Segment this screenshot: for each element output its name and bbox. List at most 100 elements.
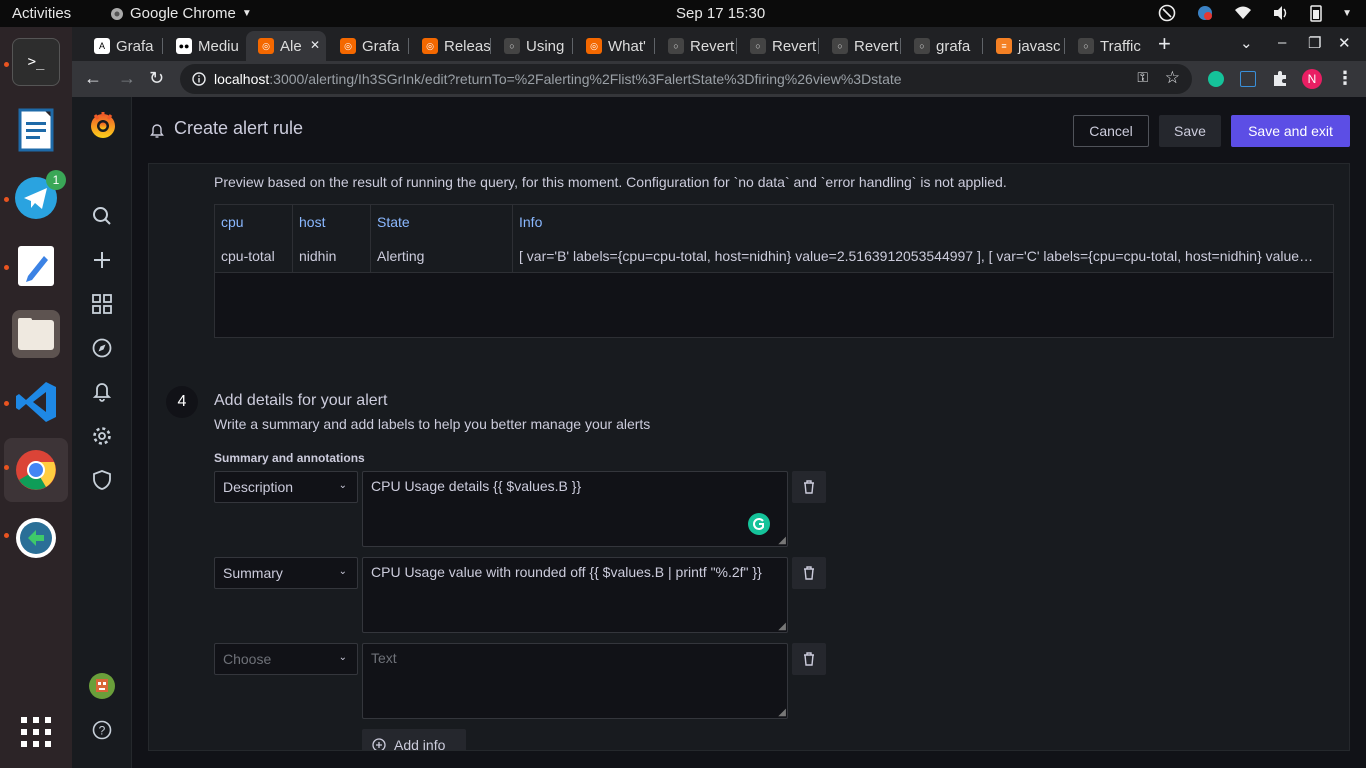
clock[interactable]: Sep 17 15:30 bbox=[676, 5, 765, 22]
help-icon[interactable]: ? bbox=[89, 717, 115, 743]
tab-separator bbox=[162, 38, 163, 54]
annotation-key-select[interactable]: Summary ⌄ bbox=[214, 557, 358, 589]
tab-label: Grafa bbox=[362, 37, 400, 55]
resize-handle-icon[interactable]: ◢ bbox=[778, 535, 786, 546]
grafana-icon: ◎ bbox=[422, 38, 438, 54]
tab-separator bbox=[572, 38, 573, 54]
annotation-value-textarea[interactable]: Text ◢ bbox=[362, 643, 788, 719]
tab-label: Revert bbox=[690, 37, 735, 55]
close-tab-icon[interactable]: ✕ bbox=[310, 38, 320, 52]
more-menu-icon[interactable]: ⋮ bbox=[1336, 68, 1354, 88]
libreoffice-writer-icon[interactable] bbox=[12, 106, 60, 154]
summary-annotations-label: Summary and annotations bbox=[214, 451, 365, 465]
column-header-state[interactable]: State bbox=[371, 205, 513, 239]
maximize-icon[interactable]: ❐ bbox=[1308, 34, 1321, 52]
running-indicator bbox=[4, 265, 9, 270]
grammarly-icon[interactable] bbox=[747, 512, 771, 536]
user-avatar[interactable] bbox=[89, 673, 115, 699]
app-menu[interactable]: Google Chrome ▼ bbox=[110, 5, 252, 22]
browser-tab[interactable]: ○ Revert bbox=[656, 31, 736, 61]
running-indicator bbox=[4, 197, 9, 202]
plus-circle-icon bbox=[372, 738, 386, 750]
github-icon: ○ bbox=[832, 38, 848, 54]
grammarly-extension-icon[interactable] bbox=[1208, 71, 1224, 87]
browser-tab[interactable]: ◎ What' bbox=[574, 31, 654, 61]
cancel-button[interactable]: Cancel bbox=[1073, 115, 1149, 147]
plus-icon[interactable] bbox=[89, 247, 115, 273]
tab-search-icon[interactable]: ⌄ bbox=[1240, 34, 1253, 52]
browser-tab[interactable]: ●● Mediu bbox=[164, 31, 244, 61]
main-content: Create alert rule Cancel Save Save and e… bbox=[132, 97, 1366, 768]
close-window-icon[interactable]: ✕ bbox=[1338, 34, 1351, 52]
text-editor-icon[interactable] bbox=[12, 242, 60, 290]
files-icon[interactable] bbox=[12, 310, 60, 358]
browser-tab[interactable]: ○ grafa bbox=[902, 31, 982, 61]
annotation-value-textarea[interactable]: CPU Usage details {{ $values.B }} ◢ bbox=[362, 471, 788, 547]
annotation-value-textarea[interactable]: CPU Usage value with rounded off {{ $val… bbox=[362, 557, 788, 633]
system-tray[interactable]: ▼ bbox=[1158, 4, 1352, 22]
explore-compass-icon[interactable] bbox=[89, 335, 115, 361]
github-icon: ○ bbox=[750, 38, 766, 54]
remote-desktop-icon[interactable] bbox=[12, 514, 60, 562]
back-icon[interactable]: ← bbox=[84, 68, 102, 88]
forward-icon[interactable]: → bbox=[118, 68, 136, 88]
tab-label: javasc bbox=[1018, 37, 1061, 55]
save-and-exit-button[interactable]: Save and exit bbox=[1231, 115, 1350, 147]
system-top-bar: Activities Google Chrome ▼ Sep 17 15:30 … bbox=[0, 0, 1366, 27]
step-number: 4 bbox=[166, 386, 198, 418]
tab-label: Grafa bbox=[116, 37, 154, 55]
column-header-host[interactable]: host bbox=[293, 205, 371, 239]
vscode-icon[interactable] bbox=[12, 378, 60, 426]
battery-icon bbox=[1310, 5, 1322, 22]
table-cell-cpu: cpu-total bbox=[215, 239, 293, 273]
browser-tab[interactable]: A Grafa bbox=[82, 31, 162, 61]
activities-button[interactable]: Activities bbox=[12, 5, 71, 22]
delete-annotation-button[interactable] bbox=[792, 643, 826, 675]
browser-tab[interactable]: ◎ Ale ✕ bbox=[246, 31, 326, 61]
url-bar[interactable]: localhost:3000/alerting/Ih3SGrInk/edit?r… bbox=[180, 64, 1192, 94]
telegram-icon[interactable]: 1 bbox=[12, 170, 66, 222]
alerting-bell-icon[interactable] bbox=[89, 379, 115, 405]
profile-avatar[interactable]: N bbox=[1302, 69, 1322, 89]
grafana-icon: ◎ bbox=[586, 38, 602, 54]
dashboards-icon[interactable] bbox=[89, 291, 115, 317]
browser-tab[interactable]: ○ Using bbox=[492, 31, 572, 61]
browser-tab[interactable]: ○ Revert bbox=[738, 31, 818, 61]
medium-icon: ●● bbox=[176, 38, 192, 54]
bell-icon bbox=[150, 124, 164, 138]
bookmark-star-icon[interactable]: ☆ bbox=[1165, 68, 1180, 88]
browser-tab[interactable]: ◎ Releas bbox=[410, 31, 490, 61]
search-icon[interactable] bbox=[89, 203, 115, 229]
resize-handle-icon[interactable]: ◢ bbox=[778, 707, 786, 718]
column-header-info[interactable]: Info bbox=[513, 205, 1333, 239]
annotation-key-select[interactable]: Choose ⌄ bbox=[214, 643, 358, 675]
key-icon[interactable]: ⚿ bbox=[1137, 69, 1148, 86]
add-info-button[interactable]: Add info bbox=[362, 729, 466, 751]
table-cell-state: Alerting bbox=[371, 239, 513, 273]
browser-tab[interactable]: ○ Revert bbox=[820, 31, 900, 61]
browser-tab[interactable]: ○ Traffic bbox=[1066, 31, 1146, 61]
column-header-cpu[interactable]: cpu bbox=[215, 205, 293, 239]
wifi-icon bbox=[1235, 6, 1252, 19]
puzzle-icon[interactable] bbox=[1272, 70, 1289, 87]
new-tab-button[interactable]: + bbox=[1158, 31, 1171, 57]
configuration-gear-icon[interactable] bbox=[89, 423, 115, 449]
browser-tab[interactable]: ≡ javasc bbox=[984, 31, 1064, 61]
show-applications-icon[interactable] bbox=[12, 708, 60, 756]
annotation-key-select[interactable]: Description ⌄ bbox=[214, 471, 358, 503]
delete-annotation-button[interactable] bbox=[792, 557, 826, 589]
add-info-label: Add info bbox=[394, 737, 446, 751]
browser-tab[interactable]: ◎ Grafa bbox=[328, 31, 408, 61]
minimize-icon[interactable]: – bbox=[1278, 34, 1286, 51]
grafana-logo-icon[interactable] bbox=[89, 111, 117, 139]
resize-handle-icon[interactable]: ◢ bbox=[778, 621, 786, 632]
terminal-icon[interactable]: >_ bbox=[12, 38, 60, 86]
google-chrome-icon[interactable] bbox=[12, 446, 60, 494]
reload-icon[interactable]: ↻ bbox=[149, 68, 164, 88]
extension-icon[interactable] bbox=[1240, 71, 1256, 87]
chevron-down-icon: ⌄ bbox=[338, 566, 347, 577]
delete-annotation-button[interactable] bbox=[792, 471, 826, 503]
server-admin-shield-icon[interactable] bbox=[89, 467, 115, 493]
svg-text:?: ? bbox=[99, 724, 106, 738]
save-button[interactable]: Save bbox=[1159, 115, 1221, 147]
